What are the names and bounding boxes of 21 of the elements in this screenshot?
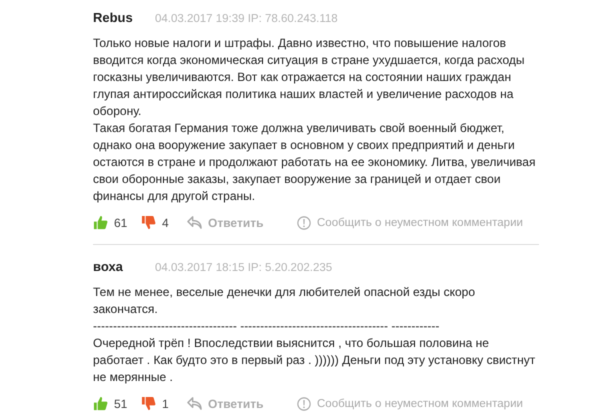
thumbs-up-icon: [93, 215, 108, 230]
thumbs-down-icon: [141, 396, 156, 411]
comment-text: Такая богатая Германия тоже должна увеличивать свой военный бюджет, однако она вооружение закупает в основном у своих предприятий и деньги остаются в стране и продолжают работать на ее экономику. Литва, увеличивая свои оборонные заказы, закупает вооружение за границей и отдает свои финансы для другой страны.: [93, 120, 536, 205]
like-button[interactable]: 51: [93, 396, 141, 411]
dislike-button[interactable]: 1: [141, 396, 187, 411]
warning-icon: [297, 216, 311, 230]
comment-text: Тем не менее, веселые денечки для любителей опасной езды скоро закончатся.: [93, 284, 476, 318]
thumbs-up-icon: [93, 396, 108, 411]
dislike-button[interactable]: 4: [141, 215, 187, 230]
author-name: воха: [93, 259, 124, 274]
reply-icon: [187, 397, 202, 410]
warning-icon: [297, 396, 311, 410]
thumbs-down-icon: [141, 215, 156, 230]
comment-meta: 04.03.2017 18:15 IP: 5.20.202.235: [155, 262, 332, 274]
author-name: Rebus: [93, 10, 134, 25]
comment-text: Очередной трёп ! Впоследствии выяснится , что большая половина не работает . Как будто это в первый раз . )))))) Деньги под эту установку свистнут не мерянные .: [93, 335, 536, 386]
comment-meta: 04.03.2017 19:39 IP: 78.60.243.118: [155, 13, 338, 25]
like-button[interactable]: 61: [93, 215, 141, 230]
reply-icon: [187, 216, 202, 229]
comment-text: Только новые налоги и штрафы. Давно известно, что повышение налогов вводится когда экономическая ситуация в стране ухудшается, когда расходы госказны увеличиваются. Вот как отражается на состоянии наших граждан глупая антироссийская политика наших властей и увеличение расходов на оборону.: [93, 35, 526, 120]
comment-text: ------------------------------------ ------------------------------------- ------------: [93, 318, 440, 335]
